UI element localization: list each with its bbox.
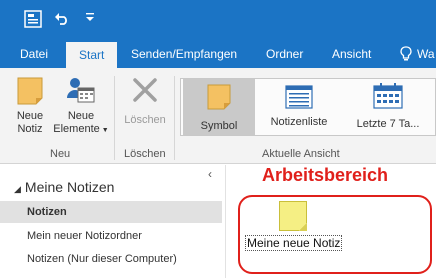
sticky-note-view-icon: [206, 83, 232, 114]
navigation-pane: ‹ ◢ Meine Notizen Notizen Mein neuer Noti…: [0, 165, 226, 278]
tab-tell-me[interactable]: Wa: [417, 40, 435, 68]
group-separator: [114, 76, 115, 160]
collapse-pane-icon[interactable]: ‹: [208, 167, 212, 181]
collapse-triangle-icon: ◢: [14, 184, 21, 194]
list-view-icon: [285, 85, 313, 112]
new-items-button[interactable]: Neue Elemente ▼: [52, 76, 110, 137]
folder-group-header[interactable]: ◢ Meine Notizen: [14, 179, 114, 195]
view-letzte-7-tage[interactable]: Letzte 7 Ta...: [341, 79, 435, 135]
new-items-icon: [66, 76, 96, 110]
tab-datei[interactable]: Datei: [20, 40, 48, 68]
folder-item-notizen[interactable]: Notizen: [0, 201, 222, 223]
tab-ansicht[interactable]: Ansicht: [332, 40, 371, 68]
annotation-arbeitsbereich: Arbeitsbereich: [262, 165, 389, 185]
note-icon[interactable]: [279, 201, 307, 231]
tab-start[interactable]: Start: [66, 42, 118, 68]
customize-quick-access-icon[interactable]: [84, 10, 96, 24]
view-notizenliste-label: Notizenliste: [270, 116, 328, 128]
view-symbol[interactable]: Symbol: [183, 79, 255, 135]
new-items-label-line1: Neue: [67, 110, 95, 122]
note-label[interactable]: Meine neue Notiz: [245, 235, 343, 251]
outlook-app-icon[interactable]: [24, 10, 42, 28]
undo-icon[interactable]: [54, 10, 70, 26]
tab-ordner[interactable]: Ordner: [266, 40, 303, 68]
new-items-label-line2: Elemente ▼: [53, 123, 109, 135]
group-label-loeschen: Löschen: [124, 148, 166, 160]
view-letzte-7-tage-label: Letzte 7 Ta...: [356, 118, 420, 130]
new-note-label-line2: Notiz: [17, 123, 43, 135]
delete-x-icon: [131, 76, 159, 108]
tab-senden-empfangen[interactable]: Senden/Empfangen: [131, 40, 237, 68]
folder-item-mein-neuer-notizordner[interactable]: Mein neuer Notizordner: [0, 225, 222, 247]
title-bar: [0, 0, 436, 40]
tell-me-icon[interactable]: [400, 46, 412, 62]
view-symbol-label: Symbol: [200, 120, 238, 132]
ribbon-tabs: Datei Start Senden/Empfangen Ordner Ansi…: [0, 40, 436, 68]
group-separator: [174, 76, 175, 160]
new-note-button[interactable]: Neue Notiz: [14, 76, 46, 136]
sticky-note-icon: [16, 76, 44, 110]
folder-item-notizen-nur-dieser-computer[interactable]: Notizen (Nur dieser Computer): [0, 248, 222, 270]
delete-label: Löschen: [124, 114, 166, 126]
new-note-label-line1: Neue: [16, 110, 44, 122]
calendar-view-icon: [373, 83, 403, 112]
delete-button[interactable]: Löschen: [122, 76, 168, 127]
notes-workspace: Arbeitsbereich Meine neue Notiz: [227, 165, 436, 278]
dropdown-arrow-icon: ▼: [101, 127, 109, 134]
group-label-neu: Neu: [50, 148, 71, 160]
view-notizenliste[interactable]: Notizenliste: [261, 79, 337, 135]
group-label-aktuelle-ansicht: Aktuelle Ansicht: [262, 148, 340, 160]
current-view-gallery: Symbol Notizenliste Letzte 7 Ta...: [180, 78, 436, 136]
ribbon: Neue Notiz Neue Elemente ▼ Neu Löschen L…: [0, 68, 436, 164]
